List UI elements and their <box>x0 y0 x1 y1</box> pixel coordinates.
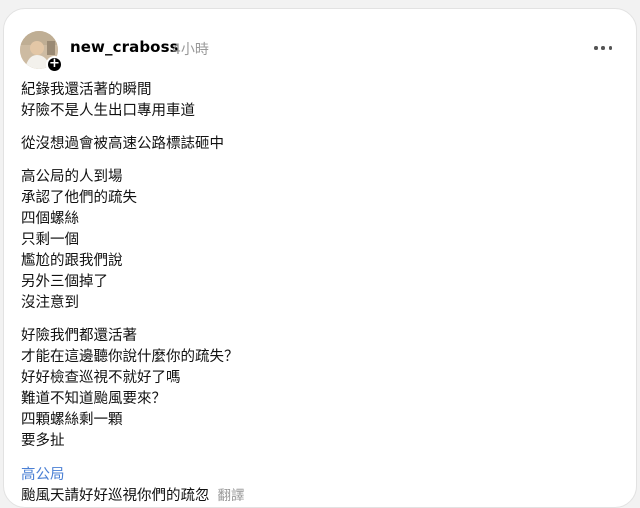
post-text-line: 高公局的人到場 <box>21 169 123 185</box>
post-text-line: 好險不是人生出口專用車道 <box>21 103 195 119</box>
post-text-line: 尷尬的跟我們說 <box>21 253 123 269</box>
post-text-line: 要多扯 <box>21 433 65 449</box>
post-text-line: 紀錄我還活著的瞬間 <box>21 82 152 98</box>
follow-plus-icon[interactable]: + <box>46 56 63 73</box>
post-paragraph: 高公局的人到場 承認了他們的疏失 四個螺絲只剩一個尷尬的跟我們說 另外三個掉了 沒注意到 <box>21 167 581 314</box>
avatar-container[interactable]: + <box>20 31 63 73</box>
username[interactable]: new_craboss <box>70 38 179 56</box>
post-text-line: 難道不知道颱風要來？ <box>21 391 166 407</box>
post-text-line: 才能在這邊聽你說什麼你的疏失？ <box>21 349 239 365</box>
post-text-line: 另外三個掉了 <box>21 274 108 290</box>
more-options-icon[interactable] <box>594 45 612 51</box>
post-text-line: 好險我們都還活著 <box>21 328 137 344</box>
post-last-line-text: 颱風天請好好巡視你們的疏忽 <box>21 488 210 504</box>
post-card: + new_craboss 4小時 紀錄我還活著的瞬間好險不是人生出口專用車道從… <box>3 8 637 508</box>
post-text-line: 四顆螺絲剩一顆 <box>21 412 123 428</box>
post-text-line: 承認了他們的疏失 <box>21 190 137 206</box>
post-text-line: 從沒想過會被高速公路標誌砸中 <box>21 136 224 152</box>
translate-link[interactable]: 翻譯 <box>218 488 245 504</box>
topic-tag-link[interactable]: 高公局 <box>21 465 65 486</box>
post-text-line: 四個螺絲 <box>21 211 79 227</box>
post-last-line: 颱風天請好好巡視你們的疏忽 翻譯 <box>21 486 245 507</box>
post-paragraph: 紀錄我還活著的瞬間好險不是人生出口專用車道 <box>21 80 581 122</box>
post-text-line: 好好檢查巡視不就好了嗎 <box>21 370 181 386</box>
post-text-line: 沒注意到 <box>21 295 79 311</box>
post-timestamp: 4小時 <box>172 42 209 58</box>
post-paragraph: 好險我們都還活著才能在這邊聽你說什麼你的疏失？ 好好檢查巡視不就好了嗎 難道不知道颱… <box>21 326 581 452</box>
post-paragraph: 從沒想過會被高速公路標誌砸中 <box>21 134 581 155</box>
post-text-line: 只剩一個 <box>21 232 79 248</box>
post-body: 紀錄我還活著的瞬間 好險不是人生出口專用車道 從沒想過會被高速公路標誌砸中 高公局的人… <box>21 80 581 464</box>
